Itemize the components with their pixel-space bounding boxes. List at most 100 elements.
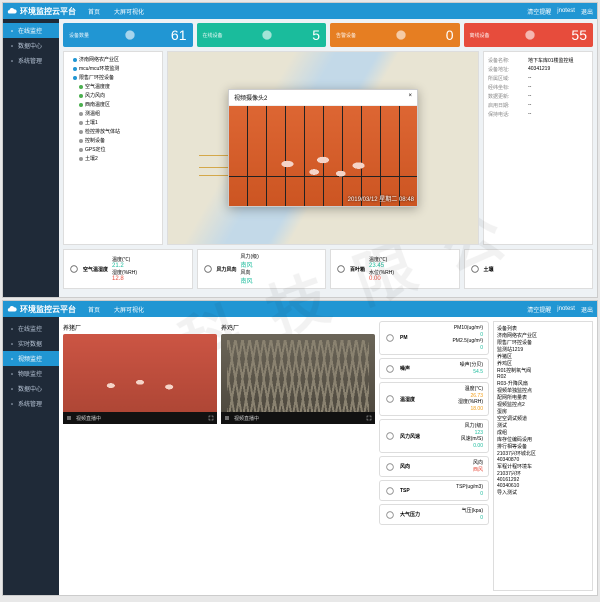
clear-alerts-2[interactable]: 清空提醒 [527, 305, 551, 314]
sensor-card[interactable]: 空气温湿度温度(℃)21.2湿度(%RH)12.8 [63, 249, 193, 289]
clear-alerts[interactable]: 清空提醒 [527, 7, 551, 16]
modal-title: 视频摄像头2 [234, 93, 267, 102]
tree-node[interactable]: 测温组 [67, 109, 159, 118]
video-player-1[interactable]: 视频直播中 [63, 334, 217, 424]
fullscreen-icon[interactable] [366, 415, 372, 421]
app-title-2: 环境监控云平台 [20, 304, 76, 315]
tree-node[interactable]: 空空调试频道 [497, 415, 589, 422]
tree-node[interactable]: 控制设备 [67, 136, 159, 145]
video-player-2[interactable]: 视频直播中 [221, 334, 375, 424]
stat-row: 设备数量61在线设备5告警设备0离线设备55 [59, 19, 597, 51]
sensor-card[interactable]: 风力风向风力(级)南风风向南风 [197, 249, 327, 289]
sidebar-item[interactable]: 数据中心 [3, 38, 59, 53]
sensor-box[interactable]: TSPTSP(ug/m3)0 [379, 480, 489, 501]
close-icon[interactable]: × [408, 93, 412, 102]
tree-node[interactable]: 军程计程环境车 [497, 463, 589, 470]
tree-node[interactable]: mcu/mcu环境监测 [67, 64, 159, 73]
tree-node[interactable]: 济南网络农产业区 [497, 332, 589, 339]
logout[interactable]: 退出 [581, 7, 593, 16]
video-title-2: 养鸡厂 [221, 321, 375, 334]
tree-node[interactable]: 风力风向 [67, 91, 159, 100]
sensor-box[interactable]: 风向风向西风 [379, 456, 489, 477]
pause-icon[interactable] [66, 415, 72, 421]
tree-node[interactable]: GPS定位 [67, 145, 159, 154]
tree-node[interactable]: 导入测试 [497, 489, 589, 496]
tree-node[interactable]: 视频单独监控点 [497, 387, 589, 394]
tree-node[interactable]: 土壤2 [67, 154, 159, 163]
nav-bigscreen[interactable]: 大屏可视化 [110, 5, 148, 18]
sidebar-item[interactable]: 视频监控 [3, 351, 59, 366]
tree-node[interactable]: 配网所电量表 [497, 394, 589, 401]
sidebar-item[interactable]: 实时数据 [3, 336, 59, 351]
info-row: 数据更新:-- [488, 92, 588, 101]
info-row: 经纬坐标:-- [488, 83, 588, 92]
stat-card[interactable]: 离线设备55 [464, 23, 594, 47]
tree-node[interactable]: 西南温度区 [67, 100, 159, 109]
stat-card[interactable]: 在线设备5 [197, 23, 327, 47]
sensor-box[interactable]: 大气压力气压(kpa)0 [379, 504, 489, 525]
tree-node[interactable]: 视频监控点2 [497, 401, 589, 408]
tree-node[interactable]: 设备列表 [497, 325, 589, 332]
sidebar-item[interactable]: 系统管理 [3, 396, 59, 411]
header-right: 清空提醒 jnotest 退出 [527, 7, 593, 16]
tree-node[interactable]: 测试 [497, 422, 589, 429]
tree-node[interactable]: 济南网络农产业区 [67, 55, 159, 64]
cloud-icon [7, 6, 17, 16]
screen-dashboard: 环境监控云平台 首页 大屏可视化 清空提醒 jnotest 退出 在线监控数据中… [2, 2, 598, 298]
modal-video[interactable]: 2019/03/12 星期二 08:48 [229, 106, 417, 206]
sensor-card[interactable]: 百叶箱温度(℃)23.45水位(%RH)0.00 [330, 249, 460, 289]
pause-icon[interactable] [224, 415, 230, 421]
tree-node[interactable]: 限售厂环控设备 [497, 339, 589, 346]
device-tree-2[interactable]: 设备列表济南网络农产业区限售厂环控设备监测站1219养猪区养鸡区R01控制氧气阀… [493, 321, 593, 591]
sensor-card[interactable]: 土壤 [464, 249, 594, 289]
video-controls-2[interactable]: 视频直播中 [221, 412, 375, 424]
nav-home[interactable]: 首页 [84, 5, 104, 18]
sensor-box[interactable]: 温湿度温度(℃)26.73湿度(%RH)18.00 [379, 382, 489, 416]
tree-node[interactable]: 空气温度度 [67, 82, 159, 91]
tree-node[interactable]: 排行相等设备 [497, 443, 589, 450]
user-menu-2[interactable]: jnotest [557, 306, 575, 312]
sensor-cards: 空气温湿度温度(℃)21.2湿度(%RH)12.8风力风向风力(级)南风风向南风… [59, 249, 597, 293]
sidebar-item[interactable]: 系统管理 [3, 53, 59, 68]
logout-2[interactable]: 退出 [581, 305, 593, 314]
sensor-list: PMPM10(ug/m³)0PM2.5(ug/m³)0 噪声噪声(分贝)54.5 温… [379, 321, 489, 591]
tree-node[interactable]: 蛋房 [497, 408, 589, 415]
top-nav-2: 首页 大屏可视化 [84, 303, 148, 316]
tree-node[interactable]: R03-升降风扇 [497, 380, 589, 387]
fullscreen-icon[interactable] [208, 415, 214, 421]
screen-video: 环境监控云平台 首页 大屏可视化 清空提醒 jnotest 退出 在线监控实时数… [2, 300, 598, 596]
video-content [234, 116, 412, 196]
tree-node[interactable]: 养鸡区 [497, 360, 589, 367]
stat-card[interactable]: 告警设备0 [330, 23, 460, 47]
map[interactable]: 视频摄像头2 × 2019/03/12 星期二 08:48 [167, 51, 479, 245]
tree-node[interactable]: 养猪区 [497, 353, 589, 360]
tree-node[interactable]: 21037兴环城北区 [497, 450, 589, 457]
tree-node[interactable]: 成组 [497, 429, 589, 436]
tree-node[interactable]: 检控排放气体站 [67, 127, 159, 136]
sensor-box[interactable]: 风力风速风力(级)123风速(m/S)0.00 [379, 419, 489, 453]
nav-bigscreen-2[interactable]: 大屏可视化 [110, 303, 148, 316]
tree-node[interactable]: 限售厂环控设备 [67, 73, 159, 82]
cloud-icon [7, 304, 17, 314]
stat-card[interactable]: 设备数量61 [63, 23, 193, 47]
sidebar-item[interactable]: 物联监控 [3, 366, 59, 381]
user-menu[interactable]: jnotest [557, 8, 575, 14]
device-info: 设备名称:地下车库01楼监控组设备地址:40341219所属区域:--经纬坐标:… [483, 51, 593, 245]
device-tree[interactable]: 济南网络农产业区mcu/mcu环境监测限售厂环控设备空气温度度风力风向西南温度区… [63, 51, 163, 245]
sidebar-item[interactable]: 数据中心 [3, 381, 59, 396]
tree-node[interactable]: 监测站1219 [497, 346, 589, 353]
tree-node[interactable]: 21037兴环 [497, 470, 589, 477]
sidebar-item[interactable]: 在线监控 [3, 23, 59, 38]
tree-node[interactable]: 库存位编码设用 [497, 436, 589, 443]
app-title: 环境监控云平台 [20, 6, 76, 17]
video-status-1: 视频直播中 [76, 415, 101, 422]
video-timestamp: 2019/03/12 星期二 08:48 [348, 194, 414, 203]
tree-node[interactable]: 土壤1 [67, 118, 159, 127]
sensor-box[interactable]: PMPM10(ug/m³)0PM2.5(ug/m³)0 [379, 321, 489, 355]
nav-home-2[interactable]: 首页 [84, 303, 104, 316]
tree-node[interactable]: R01控制氧气阀 [497, 367, 589, 374]
logo-2: 环境监控云平台 [7, 304, 76, 315]
video-controls-1[interactable]: 视频直播中 [63, 412, 217, 424]
sidebar-item[interactable]: 在线监控 [3, 321, 59, 336]
sensor-box[interactable]: 噪声噪声(分贝)54.5 [379, 358, 489, 379]
